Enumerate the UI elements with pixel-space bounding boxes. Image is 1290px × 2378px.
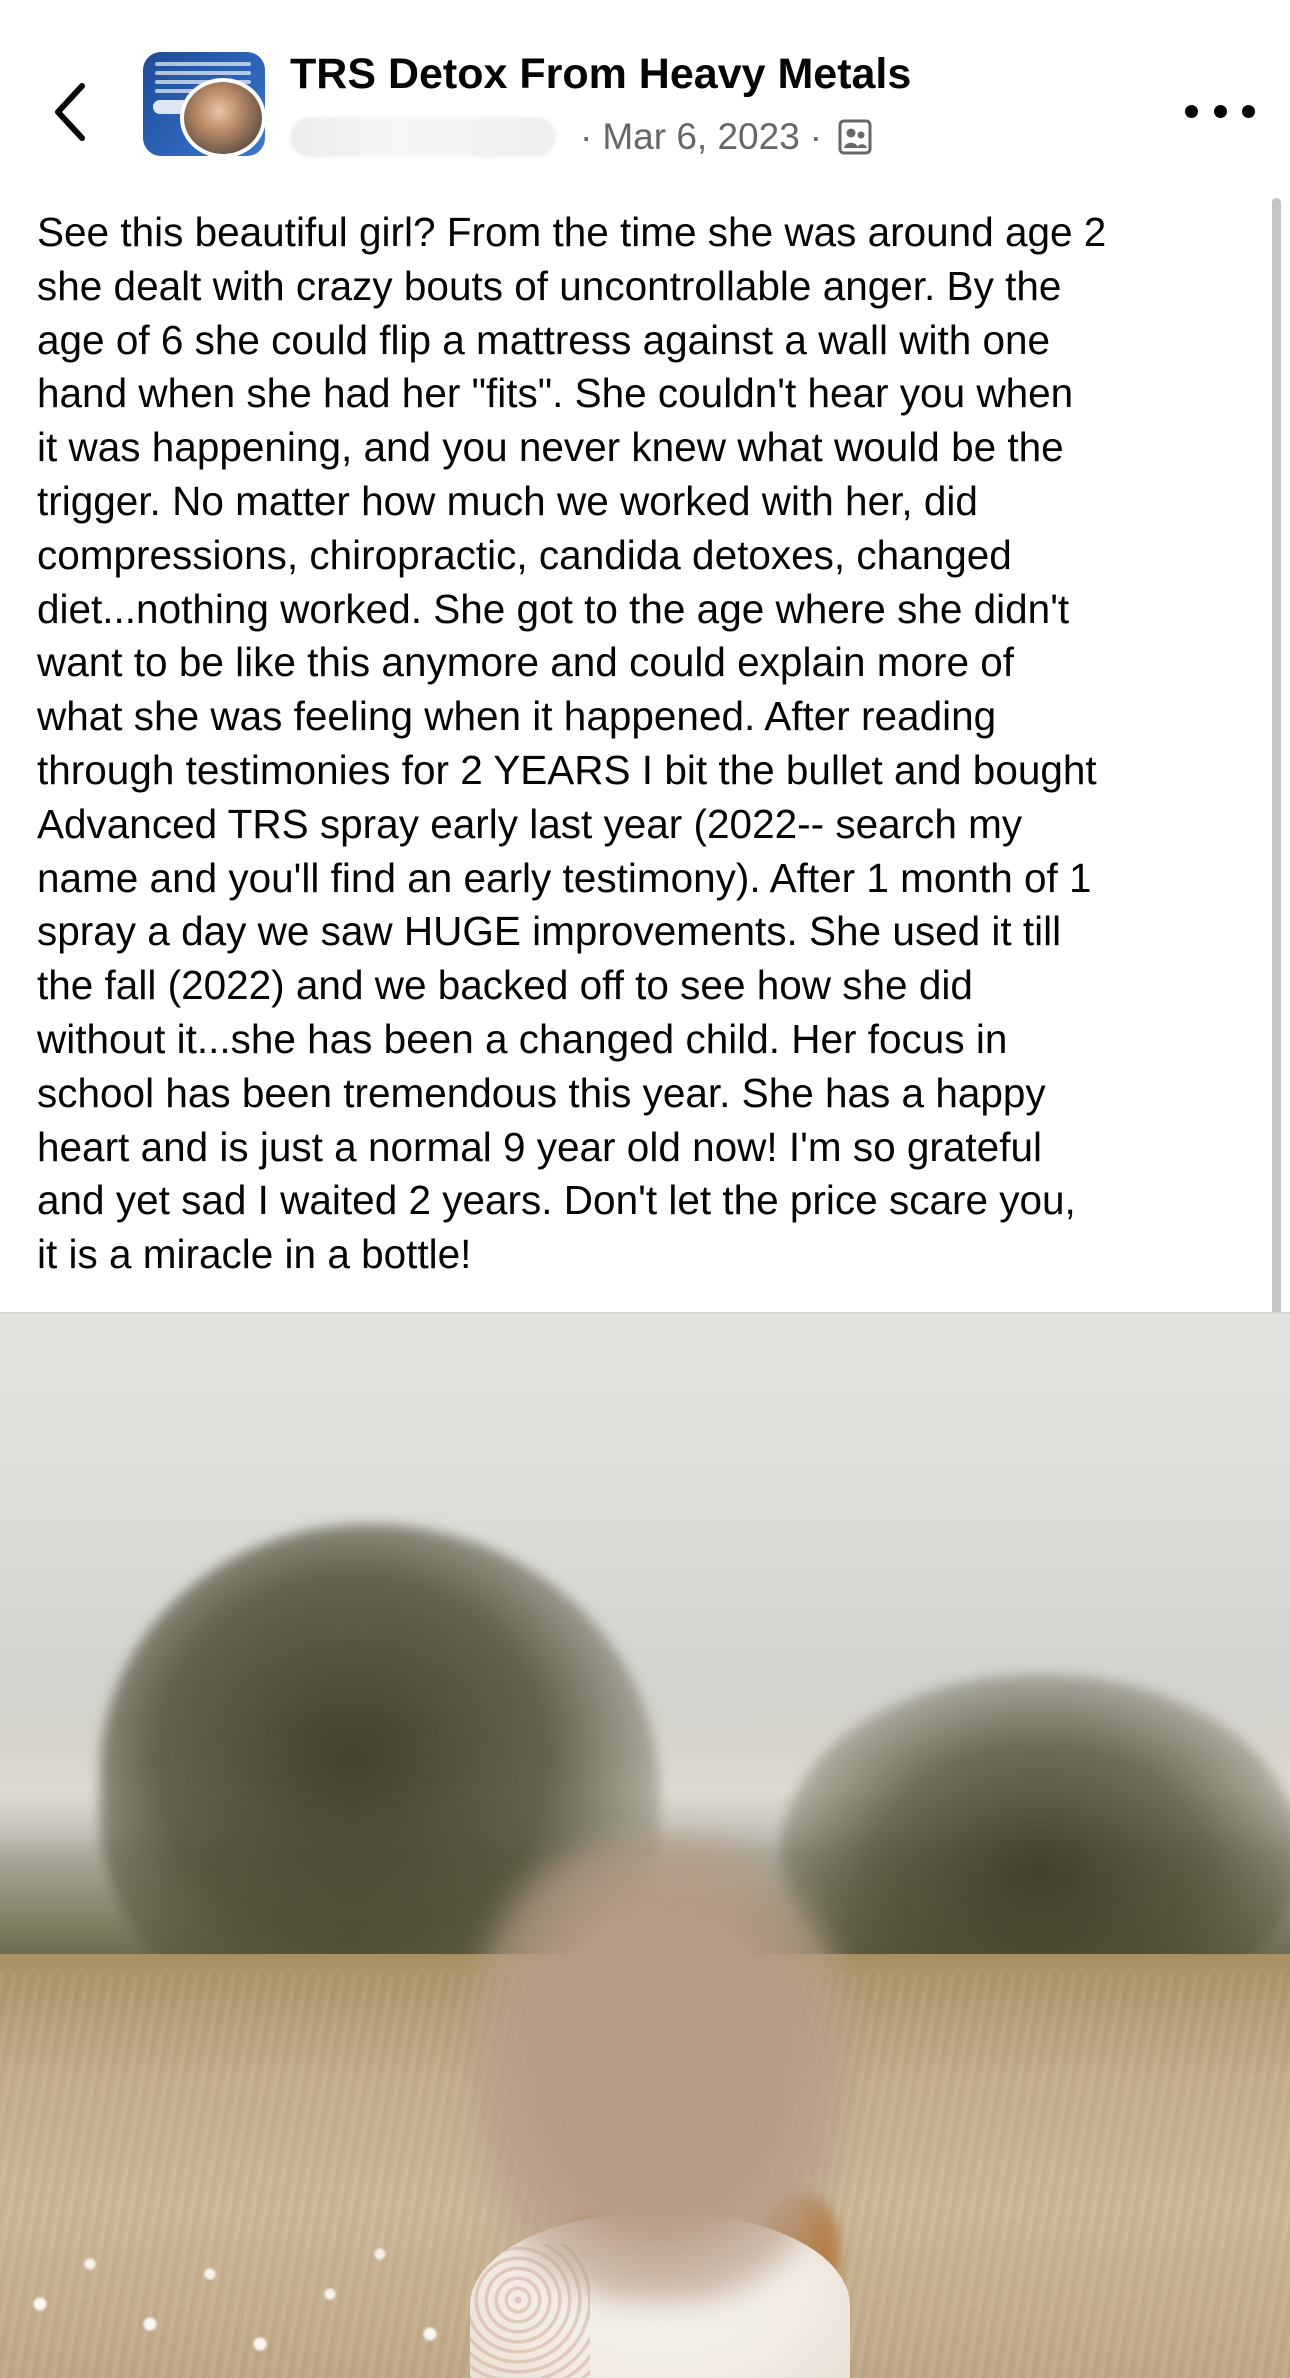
- more-options-button[interactable]: [1185, 86, 1255, 136]
- more-options-icon: [1185, 104, 1198, 118]
- author-avatar[interactable]: [180, 78, 266, 158]
- post-header: TRS Detox From Heavy Metals · Mar 6, 202…: [0, 0, 1290, 175]
- more-options-icon: [1213, 104, 1227, 118]
- meta-separator: ·: [580, 116, 593, 157]
- meta-separator: ·: [809, 116, 823, 157]
- post-text: See this beautiful girl? From the time s…: [37, 209, 1107, 1278]
- group-name-link[interactable]: TRS Detox From Heavy Metals: [290, 50, 911, 99]
- author-name-redacted[interactable]: [290, 117, 556, 157]
- more-options-icon: [1242, 104, 1255, 118]
- post-date[interactable]: Mar 6, 2023: [602, 116, 799, 158]
- blurred-face: [470, 1834, 850, 2304]
- back-button[interactable]: [40, 72, 100, 152]
- post-photo[interactable]: [0, 1314, 1290, 2378]
- chevron-left-icon: [55, 83, 85, 141]
- post-meta: · Mar 6, 2023 ·: [290, 112, 872, 162]
- group-members-icon: [838, 119, 872, 155]
- post-detail-screen: TRS Detox From Heavy Metals · Mar 6, 202…: [0, 0, 1290, 2378]
